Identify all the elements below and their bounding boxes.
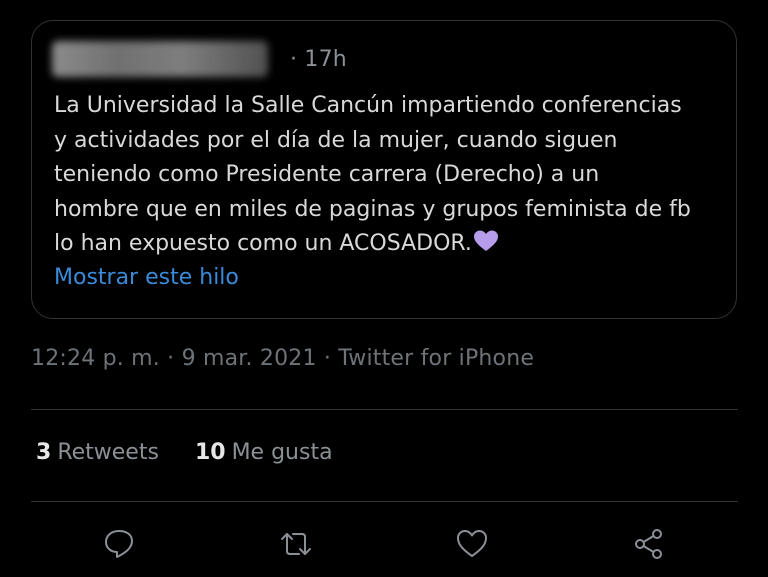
blurred-author-name	[52, 41, 268, 77]
quoted-tweet-header: · 17h	[52, 39, 347, 79]
quoted-tweet-timestamp: · 17h	[290, 46, 347, 72]
likes-count: 10	[194, 440, 226, 465]
tweet-date: 9 mar. 2021	[181, 346, 317, 371]
quoted-tweet-text: La Universidad la Salle Cancún impartien…	[54, 89, 734, 262]
retweet-button[interactable]	[276, 524, 316, 564]
like-button[interactable]	[452, 524, 492, 564]
tweet-source-link[interactable]: Twitter for iPhone	[338, 346, 534, 371]
meta-separator: ·	[316, 346, 339, 371]
show-thread-link[interactable]: Mostrar este hilo	[54, 265, 239, 290]
share-icon	[635, 529, 662, 559]
quoted-tweet-body: La Universidad la Salle Cancún impartien…	[54, 93, 691, 256]
tweet-time: 12:24 p. m.	[31, 346, 160, 371]
tweet-metadata: 12:24 p. m. · 9 mar. 2021 · Twitter for …	[31, 346, 534, 371]
reply-icon	[105, 530, 133, 558]
retweets-stat[interactable]: 3 Retweets	[36, 440, 159, 465]
retweets-label: Retweets	[57, 440, 159, 465]
tweet-stats: 3 Retweets 10 Me gusta	[36, 440, 333, 465]
retweets-count: 3	[36, 440, 52, 465]
reply-button[interactable]	[99, 524, 139, 564]
tweet-action-bar	[0, 524, 768, 568]
tweet-detail-view: · 17h La Universidad la Salle Cancún imp…	[0, 0, 768, 577]
heart-icon	[457, 530, 487, 557]
meta-separator: ·	[159, 346, 182, 371]
likes-label: Me gusta	[231, 440, 333, 465]
divider	[31, 409, 738, 410]
share-button[interactable]	[629, 524, 669, 564]
divider	[31, 501, 738, 502]
quoted-tweet-card[interactable]: · 17h La Universidad la Salle Cancún imp…	[31, 20, 737, 319]
purple-heart-emoji-icon	[473, 230, 498, 251]
likes-stat[interactable]: 10 Me gusta	[195, 440, 333, 465]
retweet-icon	[281, 533, 311, 555]
